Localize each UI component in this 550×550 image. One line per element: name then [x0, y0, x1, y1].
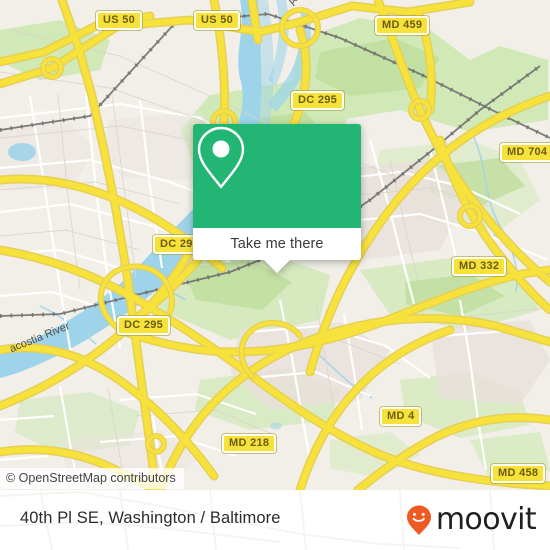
destination-popup-card[interactable]: Take me there	[193, 124, 361, 273]
popup-pin-panel	[193, 124, 361, 228]
map-pin-icon	[197, 126, 245, 189]
map-canvas[interactable]: US 50 US 50 MD 459 DC 295 MD 704 DC 295 MD 332…	[0, 0, 550, 490]
footer-bar: 40th Pl SE, Washington / Baltimore moovi…	[0, 490, 550, 550]
place-name-label: 40th Pl SE, Washington / Baltimore	[20, 509, 281, 527]
openstreetmap-attribution[interactable]: © OpenStreetMap contributors	[0, 468, 184, 489]
moovit-map-screen: US 50 US 50 MD 459 DC 295 MD 704 DC 295 MD 332…	[0, 0, 550, 550]
road-shield: MD 459	[375, 16, 430, 35]
road-shield: MD 458	[491, 464, 546, 483]
road-shield: MD 4	[380, 407, 422, 426]
road-shield: US 50	[96, 11, 143, 30]
moovit-smiling-pin-icon	[406, 505, 431, 535]
moovit-wordmark: moovit	[435, 502, 537, 537]
popup-pointer-tail	[264, 260, 290, 273]
road-shield: MD 704	[500, 143, 550, 162]
road-shield: MD 218	[222, 434, 277, 453]
take-me-there-label: Take me there	[230, 236, 324, 252]
moovit-logo[interactable]: moovit	[404, 502, 537, 537]
road-shield: MD 332	[452, 257, 507, 276]
road-shield: US 50	[194, 11, 241, 30]
road-shield: DC 295	[117, 316, 171, 335]
take-me-there-button[interactable]: Take me there	[193, 228, 361, 260]
road-shield: DC 295	[291, 91, 345, 110]
